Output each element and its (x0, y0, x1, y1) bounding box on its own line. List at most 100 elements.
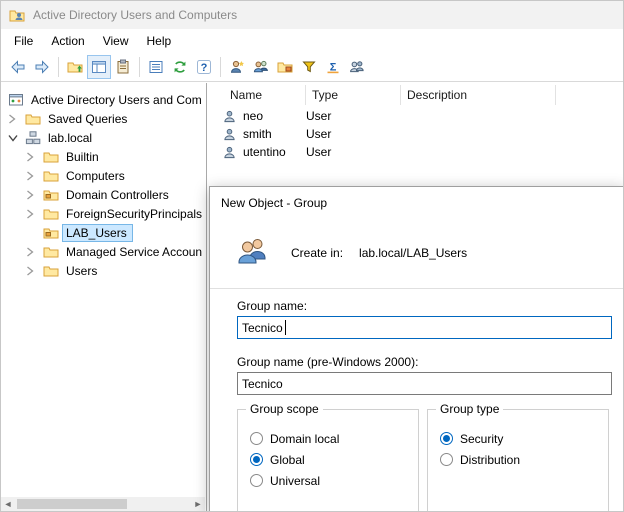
toolbar-separator (139, 57, 140, 77)
scrollbar-thumb[interactable] (17, 499, 127, 509)
tree-item-box: Domain Controllers (62, 186, 175, 204)
chevron-down-icon[interactable] (8, 134, 25, 142)
new-user-icon[interactable] (225, 55, 249, 79)
tree-item-box: Saved Queries (44, 110, 133, 128)
column-header-name[interactable]: Name (208, 85, 306, 105)
chevron-right-icon[interactable] (26, 152, 43, 162)
folder-icon (43, 149, 62, 165)
user-icon (223, 146, 237, 159)
tree-item-box: Users (62, 262, 103, 280)
radio-icon (250, 453, 263, 466)
tree-item-lab-local[interactable]: lab.local (1, 128, 206, 147)
chevron-right-icon[interactable] (8, 114, 25, 124)
menu-help[interactable]: Help (138, 31, 181, 51)
tree-item-saved-queries[interactable]: Saved Queries (1, 109, 206, 128)
list-row-utentino[interactable]: utentino User (208, 143, 623, 161)
tree-item-root[interactable]: Active Directory Users and Com (1, 90, 206, 109)
group-name-label: Group name: (237, 299, 612, 313)
cell-name: utentino (243, 145, 306, 159)
dialog-body: Group name: Group name (pre-Windows 2000… (210, 289, 624, 512)
properties-icon[interactable] (111, 55, 135, 79)
find-objects-icon[interactable] (345, 55, 369, 79)
tree-item-managed-service-accounts[interactable]: Managed Service Accoun (1, 242, 206, 261)
chevron-right-icon[interactable] (26, 190, 43, 200)
radio-label: Domain local (270, 432, 339, 446)
column-header-type[interactable]: Type (306, 85, 401, 105)
group-name-pre2000-input-wrap (237, 372, 612, 395)
radio-global[interactable]: Global (250, 449, 418, 470)
chevron-right-icon[interactable] (26, 171, 43, 181)
folder-icon (25, 111, 44, 127)
tree-item-box: LAB_Users (62, 224, 133, 242)
create-in-value: lab.local/LAB_Users (359, 246, 467, 260)
tree-item-domain-controllers[interactable]: Domain Controllers (1, 185, 206, 204)
list-row-neo[interactable]: neo User (208, 107, 623, 125)
show-console-tree-icon[interactable] (87, 55, 111, 79)
new-ou-icon[interactable] (273, 55, 297, 79)
svg-text:?: ? (201, 62, 208, 74)
aduc-window: Active Directory Users and Computers Fil… (0, 0, 624, 512)
group-name-input-wrap (237, 316, 612, 339)
chevron-right-icon[interactable] (26, 266, 43, 276)
menu-action[interactable]: Action (42, 31, 93, 51)
tree-item-box: Builtin (62, 148, 105, 166)
radio-distribution[interactable]: Distribution (440, 449, 608, 470)
forward-icon[interactable] (30, 55, 54, 79)
tree-item-label: Active Directory Users and Com (28, 93, 205, 107)
group-name-input[interactable] (237, 316, 612, 339)
help-icon[interactable]: ? (192, 55, 216, 79)
menu-file[interactable]: File (5, 31, 42, 51)
menu-view[interactable]: View (94, 31, 138, 51)
list-header: Name Type Description (208, 83, 623, 107)
tree-item-builtin[interactable]: Builtin (1, 147, 206, 166)
menu-bar: File Action View Help (1, 29, 623, 53)
group-type-title: Group type (436, 402, 503, 416)
radio-security[interactable]: Security (440, 428, 608, 449)
radio-domain-local[interactable]: Domain local (250, 428, 418, 449)
filter-options-icon[interactable]: Σ (321, 55, 345, 79)
column-header-description[interactable]: Description (401, 85, 556, 105)
tree-item-label: Saved Queries (45, 112, 130, 126)
folder-icon (43, 168, 62, 184)
tree-item-label: ForeignSecurityPrincipals (63, 207, 205, 221)
cell-type: User (306, 145, 401, 159)
group-scope-box: Group scope Domain local Global Universa… (237, 409, 419, 512)
tree-item-lab-users[interactable]: LAB_Users (1, 223, 206, 242)
group-type-box: Group type Security Distribution (427, 409, 609, 512)
new-group-icon[interactable] (249, 55, 273, 79)
scroll-right-icon[interactable]: ► (191, 497, 205, 511)
tree-item-foreign-security-principals[interactable]: ForeignSecurityPrincipals (1, 204, 206, 223)
chevron-right-icon[interactable] (26, 247, 43, 257)
toolbar: ? Σ (1, 53, 623, 82)
refresh-icon[interactable] (168, 55, 192, 79)
export-list-icon[interactable] (144, 55, 168, 79)
dialog-header: Create in: lab.local/LAB_Users (210, 217, 624, 289)
group-scope-title: Group scope (246, 402, 323, 416)
directory-root-icon (8, 92, 27, 108)
tree-item-label: Domain Controllers (63, 188, 172, 202)
app-icon (9, 7, 25, 23)
tree-item-label: Users (63, 264, 100, 278)
organizational-unit-icon (43, 187, 62, 203)
tree-item-box: Computers (62, 167, 131, 185)
scroll-left-icon[interactable]: ◄ (1, 497, 15, 511)
toolbar-separator (220, 57, 221, 77)
group-name-pre2000-label: Group name (pre-Windows 2000): (237, 355, 612, 369)
tree-item-label: Managed Service Accoun (63, 245, 205, 259)
radio-universal[interactable]: Universal (250, 470, 418, 491)
horizontal-scrollbar[interactable]: ◄ ► (1, 497, 205, 511)
tree-item-computers[interactable]: Computers (1, 166, 206, 185)
chevron-right-icon[interactable] (26, 209, 43, 219)
back-icon[interactable] (6, 55, 30, 79)
tree-item-box: lab.local (44, 129, 98, 147)
dialog-title: New Object - Group (210, 187, 624, 217)
list-row-smith[interactable]: smith User (208, 125, 623, 143)
user-icon (223, 128, 237, 141)
new-object-group-dialog: New Object - Group Create in: lab.local/… (209, 186, 624, 512)
filter-icon[interactable] (297, 55, 321, 79)
tree-item-box: Managed Service Accoun (62, 243, 207, 261)
up-one-level-icon[interactable] (63, 55, 87, 79)
tree-item-users[interactable]: Users (1, 261, 206, 280)
group-name-pre2000-input[interactable] (237, 372, 612, 395)
cell-name: neo (243, 109, 306, 123)
